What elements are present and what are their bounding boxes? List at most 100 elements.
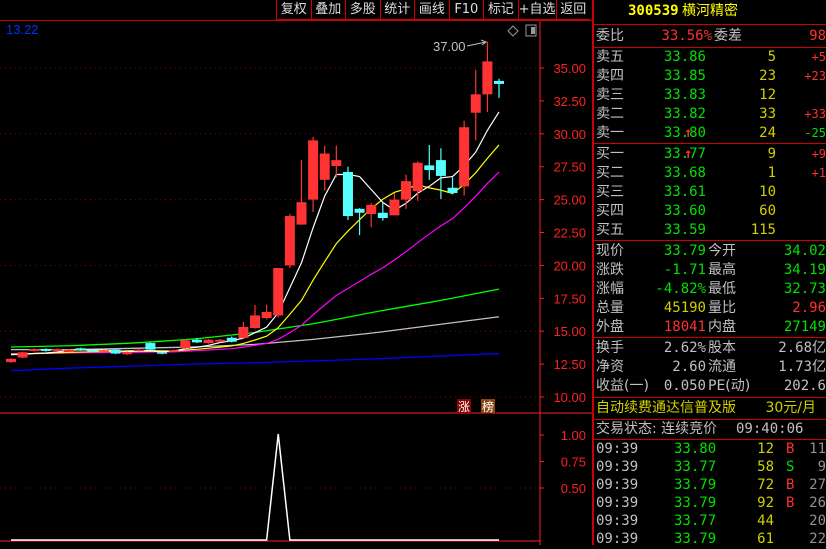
stock-code: 300539 [628, 3, 679, 19]
toolbar-button-0[interactable]: 复权 [276, 0, 311, 19]
price-tick-label: 15.00 [553, 324, 586, 339]
candle-up [273, 268, 284, 316]
stat-label: 量比 [708, 300, 736, 316]
candle-up [412, 162, 423, 192]
stat-label: 涨跌 [596, 262, 624, 278]
ask-row: 卖三 33.83 12 [594, 86, 826, 105]
price-tick-label: 35.00 [553, 61, 586, 76]
candle-up [331, 160, 342, 167]
panel-toggle-icon-fill [531, 27, 535, 34]
ask-row: 卖二 33.82 33 +33 [594, 105, 826, 124]
level-volume: 60 [759, 203, 776, 219]
candle-up [284, 216, 295, 266]
arrow-icon [466, 39, 488, 47]
tick-count: 26 [809, 495, 826, 511]
kline-chart[interactable]: 35.00 32.50 30.00 27.50 25.00 22.50 20.00 17.50… [0, 0, 592, 545]
candle-up [17, 352, 28, 358]
toolbar-button-1[interactable]: 叠加 [310, 0, 346, 19]
ask-row: 卖四 33.85 23 +23 [594, 67, 826, 86]
tick-volume: 12 [757, 441, 774, 457]
toolbar-button-6[interactable]: 标记 [483, 0, 518, 19]
indicator-line [11, 433, 499, 541]
stat-value: 2.96 [792, 300, 826, 316]
candle-up [296, 202, 307, 225]
trade-status-time: 09:40:06 [736, 421, 804, 437]
stat-label: 总量 [596, 300, 624, 316]
badge-badge_rise: 涨 [458, 399, 470, 414]
toolbar-button-3[interactable]: 统计 [379, 0, 415, 19]
tick-time: 09:39 [596, 513, 639, 529]
stat-value: 34.02 [783, 243, 826, 259]
promo-price: 30元/月 [765, 400, 816, 416]
level-label: 买一 [596, 146, 624, 162]
tick-time: 09:39 [596, 495, 639, 511]
stat-row: 外盘 18041 内盘 27149 [594, 318, 826, 337]
diamond-icon[interactable] [507, 25, 519, 37]
up-arrow-icon: ↑ [684, 125, 693, 141]
tick-volume: 72 [757, 477, 774, 493]
finance-row: 净资 2.60 流通 1.73亿 [594, 358, 826, 377]
level-price: 33.60 [663, 203, 706, 219]
candle-up [401, 181, 412, 200]
tick-side: B [786, 477, 795, 493]
level-label: 卖一 [596, 125, 624, 141]
divider [594, 337, 826, 338]
toolbar-button-4[interactable]: 画线 [414, 0, 449, 19]
candle-up [122, 352, 133, 355]
toolbar-button-2[interactable]: 多股 [345, 0, 380, 19]
indicator-tick-label: 0.50 [561, 481, 586, 496]
level-volume: 115 [750, 222, 776, 238]
promo-row: 自动续费通达信普及版 30元/月 [594, 399, 826, 418]
toolbar-button-8[interactable]: 返回 [555, 0, 591, 19]
candle-up [52, 348, 63, 351]
order-diff-value: 98 [809, 28, 826, 44]
tick-volume: 92 [757, 495, 774, 511]
bid-row: 买四 33.60 60 [594, 202, 826, 221]
order-ratio-value: 33.56% [661, 28, 712, 44]
tick-row: 09:39 33.79 61 22 [594, 530, 826, 549]
finance-label: PE(动) [708, 378, 751, 394]
stat-label: 涨幅 [596, 281, 624, 297]
price-tick-label: 25.00 [553, 193, 586, 208]
level-volume: 1 [767, 165, 776, 181]
level-volume: 23 [759, 68, 776, 84]
stock-header: 300539 横河精密 [594, 2, 826, 22]
divider [594, 24, 826, 25]
level-price: 33.82 [663, 106, 706, 122]
promo-link[interactable]: 自动续费通达信普及版 [596, 399, 736, 418]
price-tick-label: 22.50 [553, 226, 586, 241]
finance-value: 2.62% [663, 340, 706, 356]
bid-row: 买三 33.61 10 [594, 183, 826, 202]
candle-up [133, 349, 144, 352]
level-change: +33 [804, 107, 826, 121]
tick-volume: 61 [757, 531, 774, 547]
tick-price: 33.79 [674, 477, 717, 493]
candle-down [377, 212, 388, 219]
finance-value: 1.73亿 [778, 359, 826, 375]
stat-row: 涨幅 -4.82% 最低 32.73 [594, 280, 826, 299]
candle-up [470, 94, 481, 113]
price-tick-label: 27.50 [553, 160, 586, 175]
level-change: +1 [811, 166, 826, 180]
price-tick-label: 32.50 [553, 94, 586, 109]
candle-up [215, 339, 226, 342]
candle-up [308, 140, 319, 200]
candle-down [110, 349, 121, 354]
stat-label: 外盘 [596, 319, 624, 335]
level-change: +9 [811, 147, 826, 161]
candle-down [494, 80, 504, 84]
candle-down [226, 337, 237, 342]
finance-label: 流通 [708, 359, 736, 375]
toolbar-button-5[interactable]: F10 [448, 0, 484, 19]
order-ratio-label: 委比 [596, 28, 624, 44]
ask-row: 卖五 33.86 5 +5 [594, 48, 826, 67]
tick-time: 09:39 [596, 441, 639, 457]
tick-side: B [786, 441, 795, 457]
ask-row: 卖一 33.80 24 -25 ↑ [594, 124, 826, 143]
toolbar-button-7[interactable]: +自选 [517, 0, 556, 19]
price-tick-label: 30.00 [553, 127, 586, 142]
level-label: 买五 [596, 222, 624, 238]
stat-row: 现价 33.79 今开 34.02 [594, 242, 826, 261]
tick-price: 33.79 [674, 531, 717, 547]
tick-volume: 58 [757, 459, 774, 475]
